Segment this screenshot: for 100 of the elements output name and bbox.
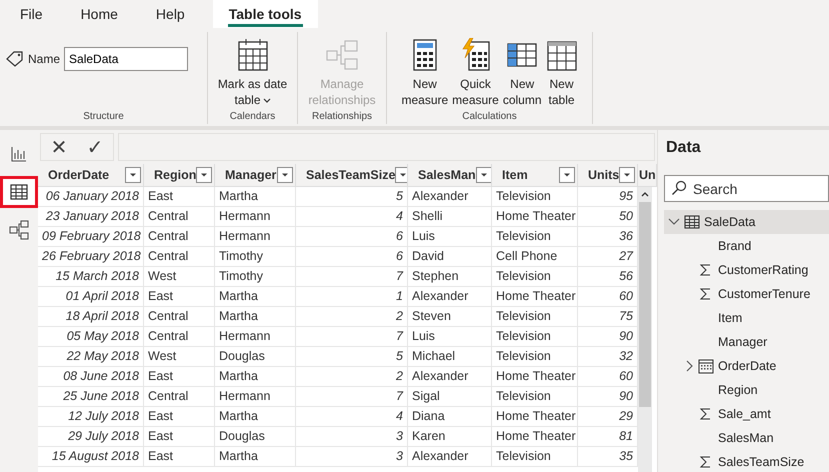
table-cell: Alexander — [408, 447, 492, 466]
table-cell: Hermann — [215, 387, 296, 406]
commit-button[interactable]: ✓ — [77, 134, 113, 160]
ribbon-button[interactable]: Quick measure — [450, 32, 501, 108]
tag-icon — [6, 51, 24, 67]
table-cell: 4 — [296, 207, 408, 226]
table-cell: Diana — [408, 407, 492, 426]
ribbon-button[interactable]: New measure — [399, 32, 450, 108]
ribbon-button[interactable]: New column — [500, 32, 544, 108]
table-cell: Michael — [408, 347, 492, 366]
field-item[interactable]: CustomerTenure — [664, 282, 829, 306]
filter-dropdown-icon[interactable] — [196, 167, 212, 183]
filter-dropdown-icon[interactable] — [619, 167, 636, 183]
table-cell: Karen — [408, 427, 492, 446]
table-cell: East — [144, 287, 215, 306]
table-cell: Central — [144, 387, 215, 406]
relationships-icon — [326, 38, 358, 72]
name-label: Name — [28, 52, 60, 66]
column-header[interactable]: SalesMan — [408, 164, 492, 186]
table-icon — [10, 184, 28, 200]
scrollbar[interactable] — [638, 187, 652, 472]
table-cell: 26 February 2018 — [38, 247, 144, 266]
sigma-icon — [699, 407, 713, 421]
ribbon-tab[interactable]: Home — [70, 0, 134, 28]
table-cell: Martha — [215, 367, 296, 386]
sigma-icon — [699, 287, 713, 301]
field-item[interactable]: Item — [664, 306, 829, 330]
filter-dropdown-icon[interactable] — [476, 167, 491, 183]
ribbon-button[interactable]: New table — [544, 32, 580, 108]
diagram-icon — [9, 220, 29, 240]
table-cell: East — [144, 427, 215, 446]
table-cell: 6 — [296, 227, 408, 246]
field-item[interactable]: Brand — [664, 234, 829, 258]
table-cell: 5 — [296, 347, 408, 366]
scroll-up-icon[interactable] — [641, 191, 649, 197]
table-cell: 22 May 2018 — [38, 347, 144, 366]
table-cell: 12 July 2018 — [38, 407, 144, 426]
column-header[interactable]: Item — [492, 164, 578, 186]
table-cell: 05 May 2018 — [38, 327, 144, 346]
field-item[interactable]: Sale_amt — [664, 402, 829, 426]
field-item[interactable]: OrderDate — [664, 354, 829, 378]
table-cell: Central — [144, 207, 215, 226]
calculator-icon — [412, 38, 438, 72]
pane-title: Data — [666, 139, 702, 157]
filter-dropdown-icon[interactable] — [125, 167, 141, 183]
table-cell: Television — [492, 307, 578, 326]
table-cell: Martha — [215, 307, 296, 326]
table-cell: 29 July 2018 — [38, 427, 144, 446]
table-cell: 09 February 2018 — [38, 227, 144, 246]
table-cell: Luis — [408, 227, 492, 246]
search-field[interactable]: Search — [664, 175, 829, 202]
table-cell: 15 August 2018 — [38, 447, 144, 466]
field-item[interactable]: CustomerRating — [664, 258, 829, 282]
table-cell: Central — [144, 327, 215, 346]
tree-item[interactable]: SaleData — [664, 210, 829, 234]
table-cell: Central — [144, 307, 215, 326]
column-header[interactable]: OrderDate — [38, 164, 144, 186]
table-cell: 1 — [296, 287, 408, 306]
field-item[interactable]: Region — [664, 378, 829, 402]
table-cell: East — [144, 187, 215, 206]
table-view-button[interactable] — [0, 176, 38, 208]
bar-chart-icon — [11, 146, 27, 162]
column-header[interactable]: SalesTeamSize — [296, 164, 408, 186]
table-cell: 5 — [296, 187, 408, 206]
table-cell: Hermann — [215, 227, 296, 246]
field-item[interactable]: SalesTeamSize — [664, 450, 829, 472]
column-header[interactable]: Manager — [215, 164, 296, 186]
field-item[interactable]: SalesMan — [664, 426, 829, 450]
table-cell: David — [408, 247, 492, 266]
table-cell: Steven — [408, 307, 492, 326]
ribbon-button[interactable]: Mark as date table — [216, 32, 290, 108]
chevron-icon[interactable] — [684, 360, 694, 372]
filter-dropdown-icon[interactable] — [559, 167, 575, 183]
table-cell: 23 January 2018 — [38, 207, 144, 226]
cancel-button[interactable]: ✕ — [41, 134, 77, 160]
sigma-icon — [699, 455, 713, 469]
table-cell: 15 March 2018 — [38, 267, 144, 286]
table-cell: Timothy — [215, 247, 296, 266]
table-cell: East — [144, 407, 215, 426]
table-cell: Luis — [408, 327, 492, 346]
column-header[interactable]: Region — [144, 164, 215, 186]
calendar-icon — [236, 38, 268, 72]
table-cell: West — [144, 347, 215, 366]
ribbon-tab[interactable]: Table tools — [212, 0, 318, 28]
filter-dropdown-icon[interactable] — [277, 167, 293, 183]
table-icon — [684, 215, 700, 229]
table-cell: 6 — [296, 247, 408, 266]
table-cell: Television — [492, 327, 578, 346]
table-cell: Martha — [215, 287, 296, 306]
table-cell: Television — [492, 227, 578, 246]
group-label: Calendars — [228, 111, 276, 124]
table-cell: 01 April 2018 — [38, 287, 144, 306]
field-item[interactable]: Manager — [664, 330, 829, 354]
ribbon-tab[interactable]: File — [10, 0, 59, 28]
name-field[interactable]: SaleData — [64, 47, 188, 71]
table-cell: 3 — [296, 427, 408, 446]
table-cell: Home Theater — [492, 407, 578, 426]
ribbon-tab[interactable]: Help — [146, 0, 201, 28]
column-header[interactable]: Units — [578, 164, 638, 186]
filter-dropdown-icon[interactable] — [395, 167, 407, 183]
